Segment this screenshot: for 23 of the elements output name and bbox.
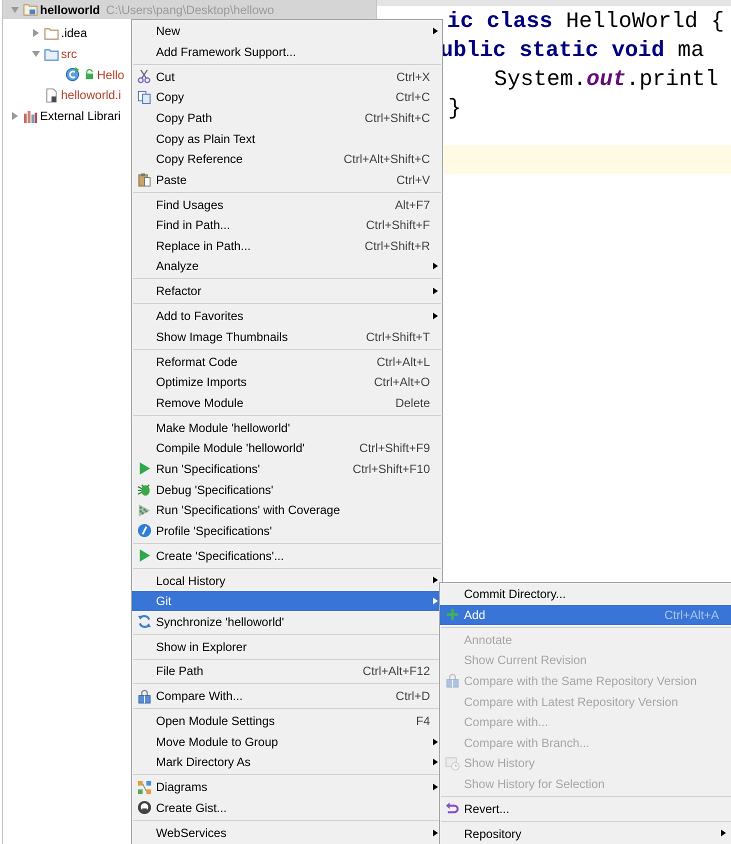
shortcut-label: Ctrl+Shift+C bbox=[364, 110, 430, 127]
shortcut-label: Ctrl+Alt+A bbox=[664, 606, 719, 624]
shortcut-label: Ctrl+D bbox=[396, 688, 430, 706]
path-label: C:\Users\pang\Desktop\hellowo bbox=[106, 2, 274, 18]
code-line: System.out.printl bbox=[494, 66, 718, 94]
shortcut-label: Alt+F7 bbox=[394, 196, 430, 214]
shortcut-label: Ctrl+X bbox=[396, 68, 430, 86]
shortcut-label: Ctrl+Alt+O bbox=[374, 374, 430, 392]
shortcut-label: Ctrl+Shift+F10 bbox=[352, 460, 430, 478]
shortcut-label: Ctrl+C bbox=[396, 89, 430, 106]
code-line: } bbox=[448, 95, 462, 123]
shortcut-label: Ctrl+Shift+F9 bbox=[359, 440, 430, 458]
shortcut-label: Delete bbox=[395, 394, 430, 412]
code-line: ic class HelloWorld { bbox=[447, 8, 724, 36]
shortcut-label: Ctrl+Alt+L bbox=[376, 354, 430, 371]
code-line: ublic static void ma bbox=[440, 37, 704, 65]
shortcut-label: Ctrl+Shift+R bbox=[364, 238, 430, 255]
shortcut-label: Ctrl+Shift+T bbox=[366, 328, 430, 346]
shortcut-label: Ctrl+V bbox=[396, 172, 430, 189]
shortcut-label: Ctrl+Shift+F bbox=[366, 217, 430, 234]
shortcut-label: F4 bbox=[416, 713, 430, 730]
shortcut-label: Ctrl+Alt+F12 bbox=[362, 663, 430, 680]
shortcut-label: Ctrl+Alt+Shift+C bbox=[344, 151, 430, 168]
